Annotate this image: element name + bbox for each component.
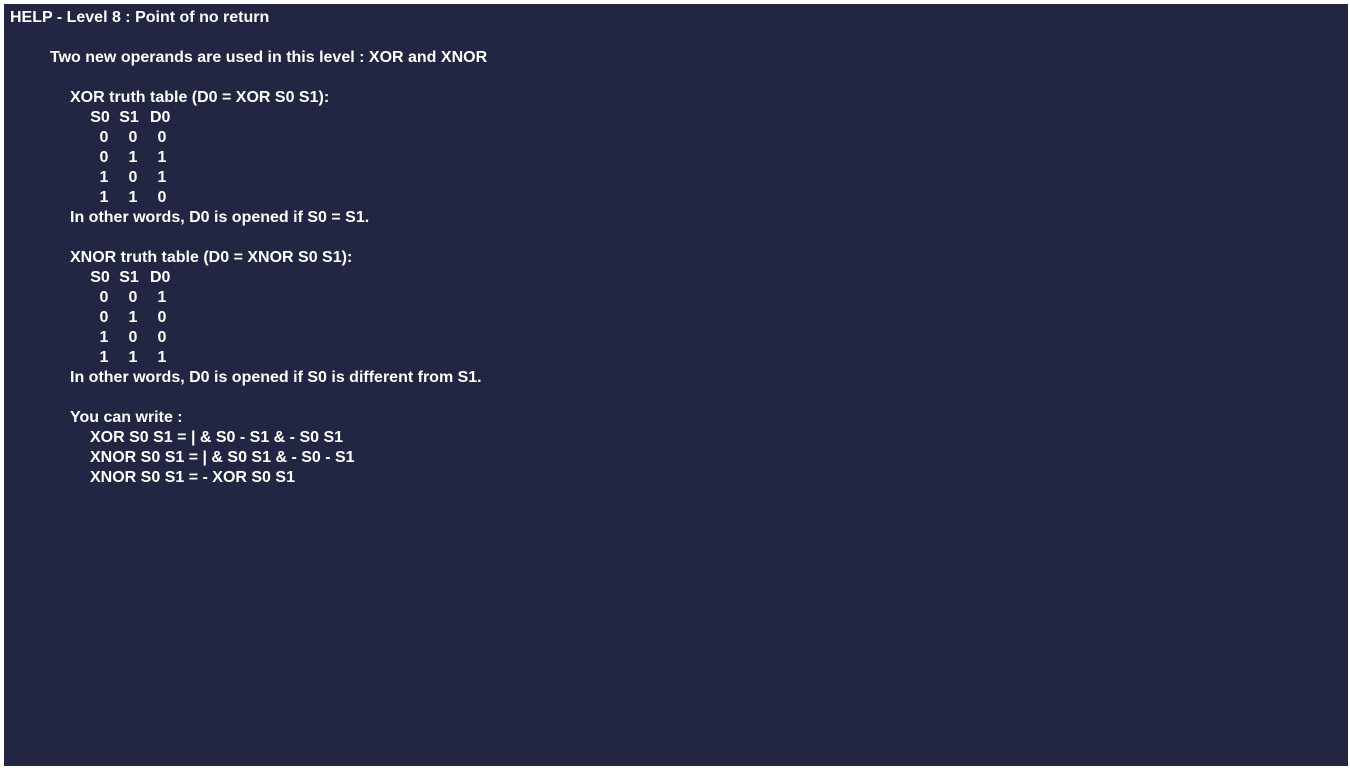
xor-row-1-s0: 0	[99, 129, 109, 146]
xnor-row-4-s0: 1	[99, 349, 109, 366]
xor-row-2-d0: 1	[157, 149, 167, 166]
write-line-1: XOR S0 S1 = | & S0 - S1 & - S0 S1	[90, 429, 344, 446]
write-heading: You can write :	[70, 409, 183, 426]
xnor-row-3-d0: 0	[157, 329, 167, 346]
xnor-row-1-s1: 0	[128, 289, 138, 306]
xnor-row-2-d0: 0	[157, 309, 167, 326]
write-line-2: XNOR S0 S1 = | & S0 S1 & - S0 - S1	[90, 449, 355, 466]
xor-row-1-d0: 0	[157, 129, 167, 146]
xnor-heading: XNOR truth table (D0 = XNOR S0 S1):	[70, 249, 353, 266]
xnor-row-1-d0: 1	[157, 289, 167, 306]
xor-row-4-s0: 1	[99, 189, 109, 206]
xor-row-4-s1: 1	[128, 189, 138, 206]
xnor-row-4-s1: 1	[128, 349, 138, 366]
help-title: HELP - Level 8 : Point of no return	[10, 9, 270, 26]
xnor-header-s0: S0	[90, 269, 110, 286]
write-line-3: XNOR S0 S1 = - XOR S0 S1	[90, 469, 295, 486]
intro-text: Two new operands are used in this level …	[50, 49, 488, 66]
xor-row-1-s1: 0	[128, 129, 138, 146]
xor-row-4-d0: 0	[157, 189, 167, 206]
xor-header-d0: D0	[150, 109, 171, 126]
xnor-row-3-s1: 0	[128, 329, 138, 346]
xnor-row-2-s1: 1	[128, 309, 138, 326]
xnor-row-3-s0: 1	[99, 329, 109, 346]
xnor-note: In other words, D0 is opened if S0 is di…	[70, 369, 482, 386]
xor-header-s0: S0	[90, 109, 110, 126]
xor-row-2-s1: 1	[128, 149, 138, 166]
xor-row-3-s0: 1	[99, 169, 109, 186]
xor-row-3-d0: 1	[157, 169, 167, 186]
xnor-row-2-s0: 0	[99, 309, 109, 326]
help-screen: HELP - Level 8 : Point of no return Two …	[4, 4, 1348, 766]
xor-row-2-s0: 0	[99, 149, 109, 166]
xnor-header-s1: S1	[119, 269, 139, 286]
xor-heading: XOR truth table (D0 = XOR S0 S1):	[70, 89, 330, 106]
xnor-row-1-s0: 0	[99, 289, 109, 306]
xor-header-s1: S1	[119, 109, 139, 126]
xnor-header-d0: D0	[150, 269, 171, 286]
xnor-row-4-d0: 1	[157, 349, 167, 366]
xor-row-3-s1: 0	[128, 169, 138, 186]
xor-note: In other words, D0 is opened if S0 = S1.	[70, 209, 370, 226]
